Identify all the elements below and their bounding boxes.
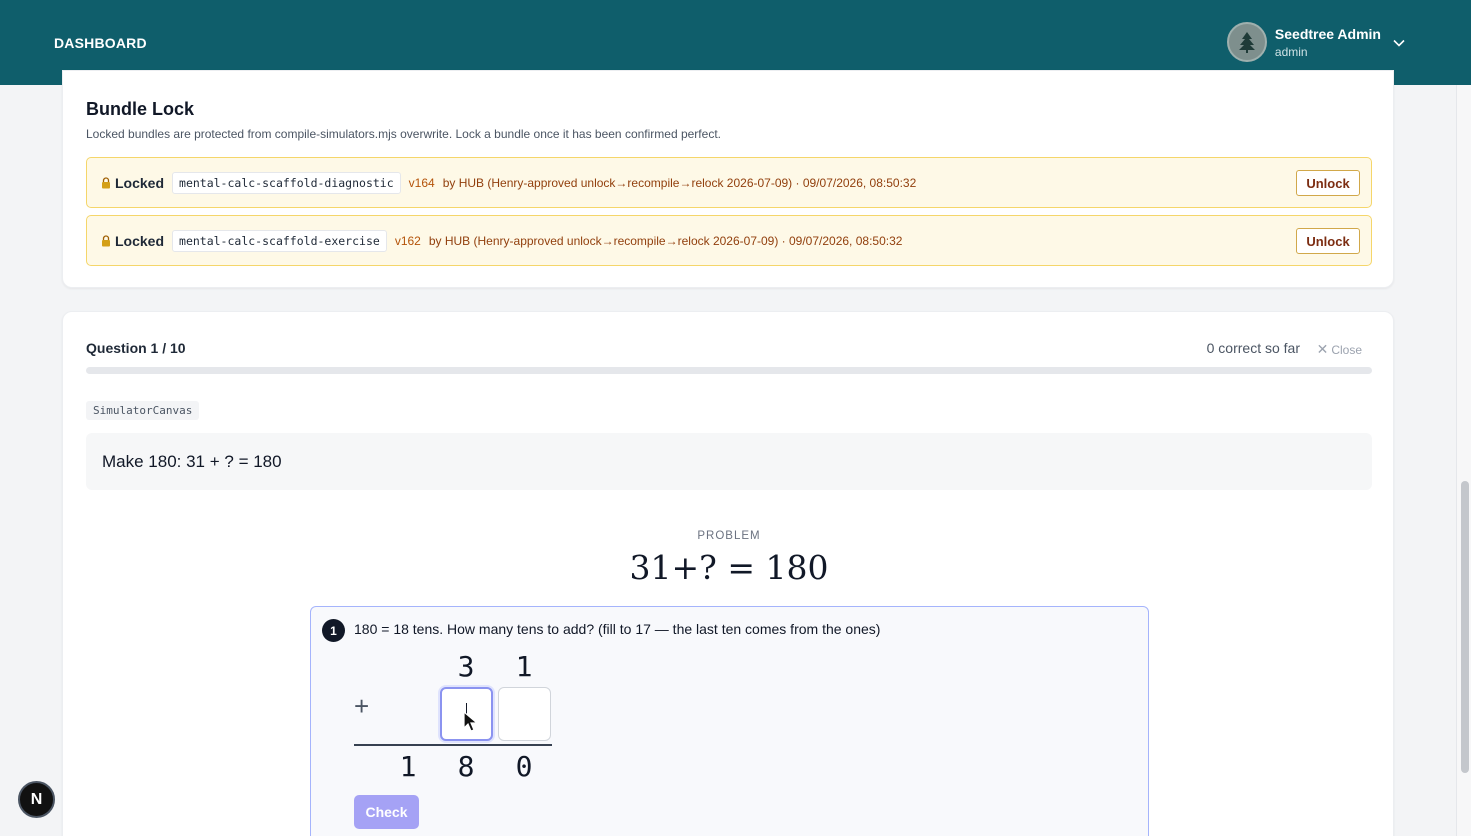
component-tag: SimulatorCanvas xyxy=(86,401,200,420)
step-panel: 1 180 = 18 tens. How many tens to add? (… xyxy=(310,606,1149,836)
lock-byline: by HUB (Henry-approved unlock→recompile→… xyxy=(442,176,917,190)
bundle-name: mental-calc-scaffold-exercise xyxy=(172,230,387,252)
close-label: Close xyxy=(1331,342,1362,357)
user-role: admin xyxy=(1274,44,1308,59)
addend-digit-ones: 1 xyxy=(515,650,533,683)
quiz-progress-bar xyxy=(86,367,1372,374)
quiz-card: Question 1 / 10 0 correct so far ✕ Close… xyxy=(62,311,1394,836)
correct-count: 0 correct so far xyxy=(1206,340,1300,356)
bundle-version: v162 xyxy=(394,234,421,248)
step-instruction: 180 = 18 tens. How many tens to add? (fi… xyxy=(354,621,881,637)
locked-bundle-row: Locked mental-calc-scaffold-exercise v16… xyxy=(86,215,1372,266)
lock-byline: by HUB (Henry-approved unlock→recompile→… xyxy=(428,234,903,248)
section-description: Locked bundles are protected from compil… xyxy=(86,127,721,141)
plus-operator: + xyxy=(354,691,370,721)
close-button[interactable]: ✕ Close xyxy=(1317,341,1362,358)
problem-equation: 31+? = 180 xyxy=(629,548,829,587)
mouse-pointer-icon xyxy=(463,711,479,732)
bundle-name: mental-calc-scaffold-diagnostic xyxy=(172,172,401,194)
close-icon: ✕ xyxy=(1316,341,1329,357)
result-digit-ones: 0 xyxy=(515,750,533,783)
avatar[interactable] xyxy=(1226,22,1267,62)
locked-status: Locked xyxy=(115,175,165,191)
locked-status: Locked xyxy=(115,233,165,249)
dashboard-title[interactable]: DASHBOARD xyxy=(54,35,147,51)
lock-icon xyxy=(101,177,111,189)
check-button[interactable]: Check xyxy=(354,795,419,829)
locked-bundle-row: Locked mental-calc-scaffold-diagnostic v… xyxy=(86,157,1372,208)
addend-digit-tens: 3 xyxy=(457,650,475,683)
user-menu[interactable]: Seedtree Admin admin xyxy=(1226,22,1405,62)
problem-label: PROBLEM xyxy=(697,530,761,542)
tree-icon xyxy=(1238,32,1255,53)
unlock-button[interactable]: Unlock xyxy=(1296,170,1360,196)
result-digit-tens: 8 xyxy=(457,750,475,783)
chevron-down-icon[interactable] xyxy=(1393,39,1405,47)
result-digit-hundreds: 1 xyxy=(399,750,417,783)
user-name: Seedtree Admin xyxy=(1274,25,1381,42)
step-number: 1 xyxy=(322,619,345,642)
bundle-version: v164 xyxy=(408,176,435,190)
lock-icon xyxy=(101,235,111,247)
answer-ones-input[interactable] xyxy=(498,687,551,741)
question-counter: Question 1 / 10 xyxy=(86,340,186,356)
question-prompt-box: Make 180: 31 + ? = 180 xyxy=(86,433,1372,490)
scrollbar-thumb[interactable] xyxy=(1461,481,1469,773)
page-scrollbar[interactable] xyxy=(1456,85,1471,836)
nextjs-dev-badge[interactable]: N xyxy=(18,781,55,818)
bundle-lock-card: Bundle Lock Locked bundles are protected… xyxy=(62,70,1394,288)
question-prompt: Make 180: 31 + ? = 180 xyxy=(102,452,282,471)
section-title: Bundle Lock xyxy=(86,99,195,119)
sum-rule xyxy=(354,744,552,746)
unlock-button[interactable]: Unlock xyxy=(1296,228,1360,254)
